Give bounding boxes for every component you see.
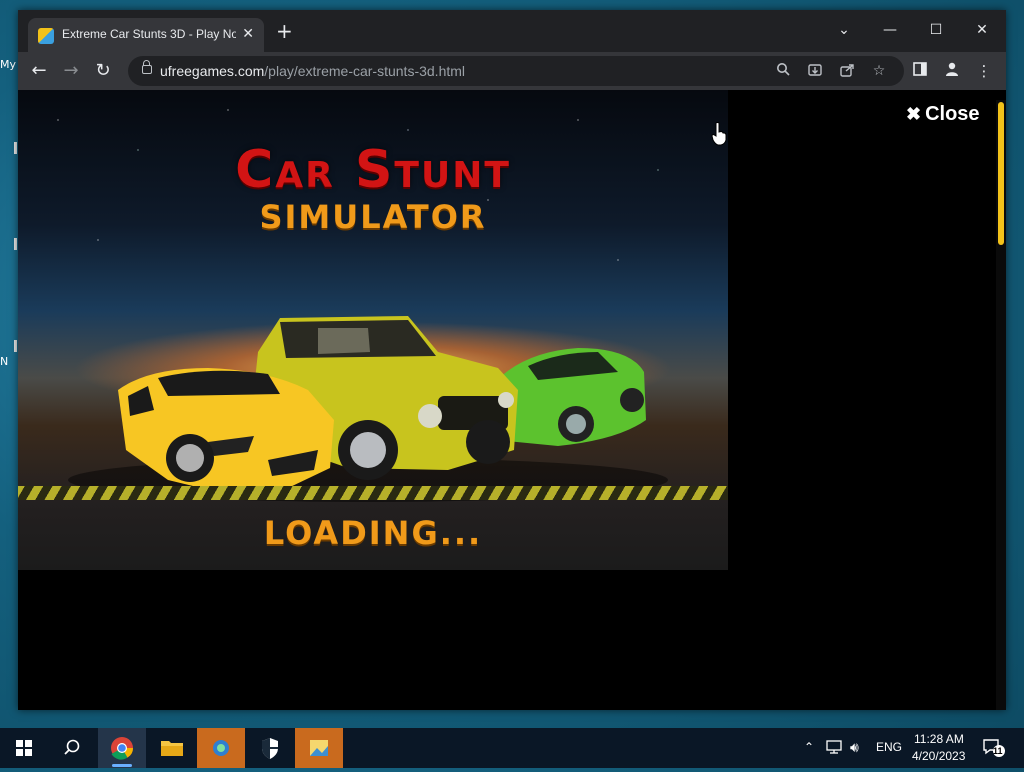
show-hidden-icons-chevron-icon[interactable]: ⌃ (804, 740, 814, 754)
taskbar-network-app[interactable] (197, 728, 245, 768)
taskbar-chrome[interactable] (98, 728, 146, 768)
new-tab-icon[interactable]: + (276, 21, 293, 41)
window-close-icon[interactable]: ✕ (962, 16, 1002, 44)
hazard-stripe (18, 486, 728, 500)
start-button[interactable] (0, 728, 48, 768)
windows-logo-icon (16, 740, 32, 756)
forward-arrow-icon[interactable]: → (60, 60, 82, 82)
taskbar: ⌃ 🔊︎ ENG 11:28 AM 4/20/2023 11 (0, 728, 1024, 768)
hand-cursor-icon (711, 122, 727, 146)
tab-search-chevron-icon[interactable]: ⌄ (824, 16, 864, 44)
tab-close-icon[interactable]: ✕ (242, 26, 254, 42)
taskbar-search-button[interactable] (48, 728, 96, 768)
desktop-icon-edge[interactable] (14, 340, 17, 352)
scrollbar-thumb[interactable] (998, 102, 1004, 245)
desktop-icon-edge[interactable] (14, 142, 17, 154)
volume-icon[interactable]: 🔊︎ (850, 739, 859, 756)
chrome-icon (111, 737, 133, 760)
language-indicator[interactable]: ENG (876, 740, 902, 754)
search-icon (64, 739, 80, 755)
kebab-menu-icon[interactable]: ⋮ (974, 61, 994, 81)
clock-date[interactable]: 4/20/2023 (912, 749, 965, 763)
clock-time[interactable]: 11:28 AM (914, 732, 964, 746)
loading-text: LOADING... (263, 514, 483, 552)
close-x-icon: ✖ (906, 104, 922, 124)
network-icon[interactable] (826, 739, 844, 758)
lock-icon[interactable] (142, 60, 152, 74)
url-text[interactable]: ufreegames.com/play/extreme-car-stunts-3… (160, 63, 465, 79)
desktop-icon-label-2[interactable]: N (0, 355, 18, 368)
address-bar[interactable]: ufreegames.com/play/extreme-car-stunts-3… (128, 56, 904, 86)
close-button[interactable]: ✖ Close (906, 103, 980, 126)
photos-app-icon (310, 740, 328, 756)
notification-count-badge: 11 (993, 746, 1003, 756)
search-icon[interactable] (774, 62, 792, 80)
reload-icon[interactable]: ↻ (92, 60, 114, 82)
site-favicon-icon (38, 28, 54, 44)
star-icon[interactable]: ☆ (870, 62, 888, 80)
browser-tab[interactable]: Extreme Car Stunts 3D - Play Now ✕ (28, 18, 264, 52)
page-content: Car Stunt SIMULATOR LOADING... ✖ Close (18, 90, 1006, 710)
install-icon[interactable] (806, 62, 824, 80)
minimize-icon[interactable]: — (870, 16, 910, 44)
taskbar-photos-app[interactable] (295, 728, 343, 768)
taskbar-security[interactable] (246, 728, 294, 768)
browser-window: Extreme Car Stunts 3D - Play Now ✕ + ⌄ —… (18, 10, 1006, 710)
game-canvas[interactable]: Car Stunt SIMULATOR LOADING... (18, 90, 728, 570)
desktop-icon-edge[interactable] (14, 238, 17, 250)
profile-icon[interactable] (942, 61, 962, 81)
shield-icon (262, 738, 278, 759)
tab-title: Extreme Car Stunts 3D - Play Now (62, 27, 236, 41)
network-app-icon (213, 740, 229, 756)
desktop-icon-label-1[interactable]: My (0, 58, 18, 71)
taskbar-file-explorer[interactable] (148, 728, 196, 768)
browser-toolbar: ← → ↻ ufreegames.com/play/extreme-car-st… (18, 52, 1006, 90)
title-bar: Extreme Car Stunts 3D - Play Now ✕ + ⌄ —… (18, 10, 1006, 52)
side-panel-icon[interactable] (910, 61, 930, 81)
folder-icon (161, 741, 183, 756)
back-arrow-icon[interactable]: ← (28, 60, 50, 82)
maximize-icon[interactable]: ☐ (916, 16, 956, 44)
share-icon[interactable] (838, 62, 856, 80)
